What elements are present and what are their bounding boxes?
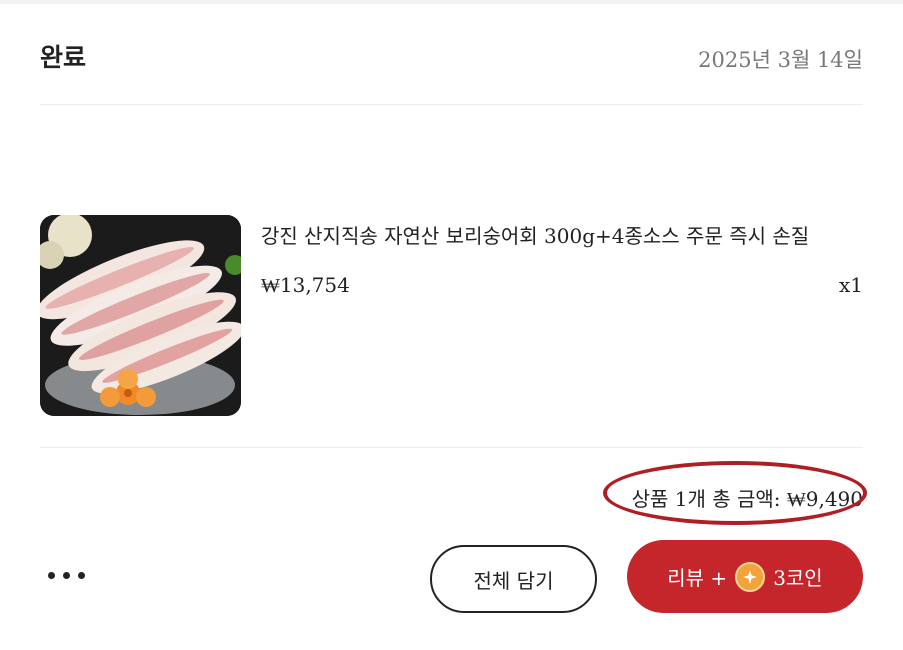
product-image[interactable]: [40, 215, 241, 416]
review-label-prefix: 리뷰 +: [667, 566, 728, 590]
divider-top: [40, 104, 863, 105]
more-dots-icon[interactable]: [48, 562, 92, 588]
product-name[interactable]: 강진 산지직송 자연산 보리숭어회 300g+4종소스 주문 즉시 손질: [261, 220, 809, 249]
add-all-to-cart-button[interactable]: 전체 담기: [430, 545, 597, 613]
coin-icon: [735, 561, 766, 592]
dot: [63, 571, 70, 579]
order-total: 상품 1개 총 금액: ₩9,490: [631, 487, 863, 511]
top-edge: [0, 0, 903, 4]
dot: [78, 571, 85, 579]
product-price: ₩13,754: [261, 273, 350, 297]
write-review-button[interactable]: 리뷰 + 3코인: [627, 540, 863, 613]
divider-bottom: [40, 447, 863, 448]
dot: [48, 571, 55, 579]
order-status: 완료: [40, 43, 87, 72]
sashimi-image: [40, 215, 241, 416]
order-date: 2025년 3월 14일: [698, 48, 863, 72]
add-all-label: 전체 담기: [473, 568, 554, 593]
product-quantity: x1: [838, 273, 863, 297]
review-label-suffix: 3코인: [773, 566, 823, 590]
